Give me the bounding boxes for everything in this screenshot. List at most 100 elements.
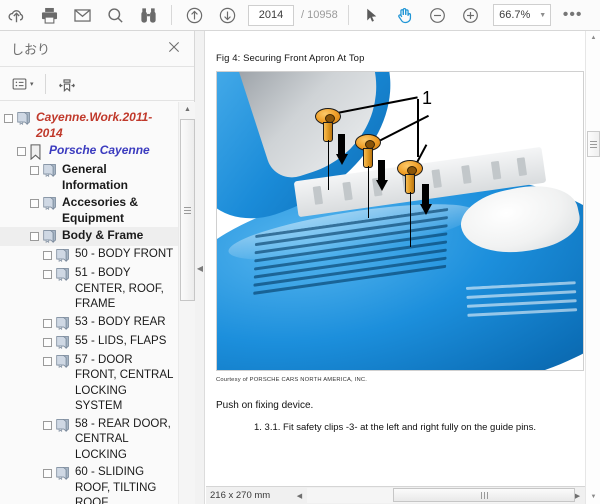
horizontal-scrollbar-thumb[interactable]	[393, 488, 575, 502]
bookmark-label: 53 - BODY REAR	[75, 315, 166, 331]
bookmark-label: 51 - BODY CENTER, ROOF, FRAME	[75, 266, 176, 313]
zoom-level-value: 66.7%	[494, 9, 536, 21]
folder-bookmark-icon	[16, 111, 32, 126]
expand-toggle-icon[interactable]	[17, 147, 26, 156]
document-viewport[interactable]: Fig 4: Securing Front Apron At Top	[206, 31, 585, 486]
page-total-label: / 10958	[301, 9, 338, 21]
callout-number-1: 1	[422, 88, 432, 109]
bookmark-label: 50 - BODY FRONT	[75, 247, 173, 263]
search-icon[interactable]	[99, 0, 132, 30]
bookmark-item-10[interactable]: 58 - REAR DOOR, CENTRAL LOCKING	[0, 416, 178, 465]
print-icon[interactable]	[33, 0, 66, 30]
arrow-down-3	[419, 184, 432, 215]
bookmark-item-11[interactable]: 60 - SLIDING ROOF, TILTING ROOF	[0, 464, 178, 504]
folder-bookmark-icon	[42, 196, 58, 211]
zoom-in-icon[interactable]	[454, 0, 487, 30]
chevron-down-icon: ▾	[30, 80, 34, 88]
body-list-item: 1. 3.1. Fit safety clips -3- at the left…	[216, 422, 571, 433]
page-total-value: 10958	[307, 9, 338, 21]
expand-toggle-icon[interactable]	[43, 469, 52, 478]
previous-page-icon[interactable]	[178, 0, 211, 30]
main-toolbar: 2014 / 10958	[0, 0, 600, 31]
sidebar-toolbar-divider	[45, 74, 46, 94]
close-icon[interactable]	[166, 39, 186, 59]
collapse-sidebar-icon[interactable]: ◀	[196, 262, 204, 274]
page-size-label: 216 x 270 mm	[206, 490, 292, 501]
arrow-tip	[376, 180, 388, 191]
bookmark-item-5[interactable]: 50 - BODY FRONT	[0, 246, 178, 265]
expand-toggle-icon[interactable]	[43, 338, 52, 347]
figure-image: 1	[216, 71, 584, 371]
expand-toggle-icon[interactable]	[43, 421, 52, 430]
leader-line-junction	[417, 99, 419, 157]
expand-toggle-icon[interactable]	[43, 270, 52, 279]
pdf-reader-window: 2014 / 10958	[0, 0, 600, 504]
arrow-stem	[338, 134, 345, 154]
scroll-up-icon[interactable]: ▲	[586, 31, 600, 45]
expand-toggle-icon[interactable]	[30, 166, 39, 175]
bookmark-item-3[interactable]: Accesories & Equipment	[0, 194, 178, 227]
page-number-input[interactable]: 2014	[248, 5, 294, 26]
window-scrollbar-thumb[interactable]	[587, 131, 600, 157]
expand-toggle-icon[interactable]	[4, 114, 13, 123]
figure-caption: Fig 4: Securing Front Apron At Top	[216, 53, 571, 64]
sidebar-title: しおり	[11, 39, 166, 58]
pdf-page: Fig 4: Securing Front Apron At Top	[206, 31, 585, 486]
binoculars-icon[interactable]	[132, 0, 165, 30]
bookmark-item-8[interactable]: 55 - LIDS, FLAPS	[0, 333, 178, 352]
bookmark-tree[interactable]: Cayenne.Work.2011-2014Porsche CayenneGen…	[0, 102, 178, 504]
scroll-left-icon[interactable]: ◀	[292, 488, 307, 504]
bookmark-label: Cayenne.Work.2011-2014	[36, 110, 176, 141]
folder-bookmark-icon	[42, 229, 58, 244]
expand-toggle-icon[interactable]	[30, 199, 39, 208]
expand-toggle-icon[interactable]	[43, 319, 52, 328]
sidebar-header: しおり	[0, 31, 194, 67]
bookmark-item-0[interactable]: Cayenne.Work.2011-2014	[0, 109, 178, 142]
bookmark-label: General Information	[62, 162, 176, 193]
horizontal-scrollbar-track[interactable]	[307, 488, 570, 503]
bookmark-item-4[interactable]: Body & Frame	[0, 227, 178, 246]
courtesy-line: Courtesy of PORSCHE CARS NORTH AMERICA, …	[216, 377, 571, 383]
arrow-stem	[422, 184, 429, 204]
folder-bookmark-icon	[55, 316, 71, 331]
expand-bookmarks-icon[interactable]	[54, 71, 80, 97]
zoom-out-icon[interactable]	[421, 0, 454, 30]
side-air-intake	[466, 281, 578, 333]
expand-toggle-icon[interactable]	[43, 251, 52, 260]
expand-toggle-icon[interactable]	[43, 357, 52, 366]
grip-icon	[590, 139, 597, 150]
screw-shaft	[363, 148, 373, 168]
bookmark-label: 60 - SLIDING ROOF, TILTING ROOF	[75, 465, 176, 504]
zoom-level-select[interactable]: 66.7% ▼	[493, 4, 551, 26]
bookmark-label: Body & Frame	[62, 228, 143, 244]
folder-bookmark-icon	[55, 466, 71, 481]
toolbar-divider-1	[171, 5, 172, 25]
select-tool-icon[interactable]	[355, 0, 388, 30]
bookmark-label: 58 - REAR DOOR, CENTRAL LOCKING	[75, 417, 176, 464]
bookmark-options-icon[interactable]: ▾	[8, 71, 37, 97]
bookmark-item-1[interactable]: Porsche Cayenne	[0, 142, 178, 161]
sidebar-scrollbar-thumb[interactable]	[180, 119, 195, 301]
guide-pin-line-1	[328, 140, 329, 190]
hand-tool-icon[interactable]	[388, 0, 421, 30]
bookmark-item-6[interactable]: 51 - BODY CENTER, ROOF, FRAME	[0, 265, 178, 314]
bumper-illustration: 1	[217, 72, 583, 370]
scroll-down-icon[interactable]: ▼	[586, 490, 600, 504]
sidebar-scrollbar[interactable]: ▲ ▼	[178, 102, 195, 504]
bookmark-item-2[interactable]: General Information	[0, 161, 178, 194]
grip-icon	[480, 486, 489, 504]
bookmark-item-9[interactable]: 57 - DOOR FRONT, CENTRAL LOCKING SYSTEM	[0, 352, 178, 416]
next-page-icon[interactable]	[211, 0, 244, 30]
arrow-tip	[420, 204, 432, 215]
window-vertical-scrollbar[interactable]: ▲ ▼	[585, 31, 600, 504]
email-icon[interactable]	[66, 0, 99, 30]
sidebar-splitter[interactable]: ◀	[195, 31, 205, 504]
body-paragraph: Push on fixing device.	[216, 400, 571, 411]
upload-cloud-icon[interactable]	[0, 0, 33, 30]
scroll-up-icon[interactable]: ▲	[179, 102, 196, 117]
expand-toggle-icon[interactable]	[30, 232, 39, 241]
more-options-icon[interactable]: •••	[563, 6, 583, 24]
toolbar-divider-2	[348, 5, 349, 25]
arrow-down-1	[335, 134, 348, 165]
bookmark-item-7[interactable]: 53 - BODY REAR	[0, 314, 178, 333]
